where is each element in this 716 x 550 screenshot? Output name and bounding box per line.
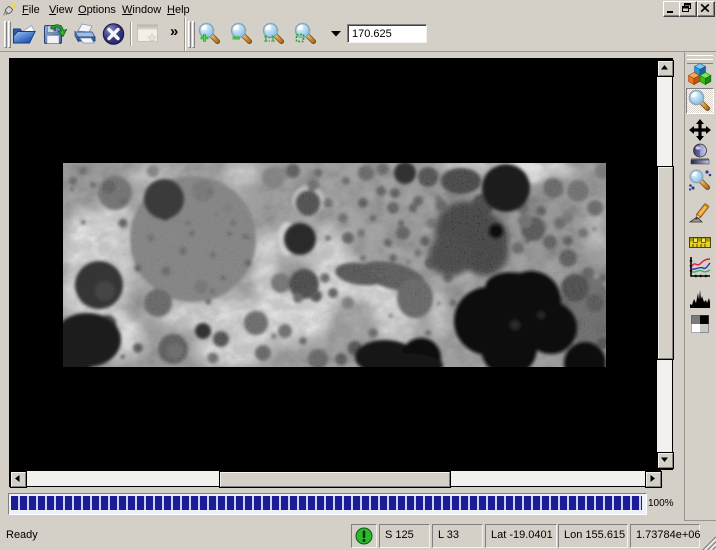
svg-text:1:1: 1:1 <box>264 35 276 44</box>
